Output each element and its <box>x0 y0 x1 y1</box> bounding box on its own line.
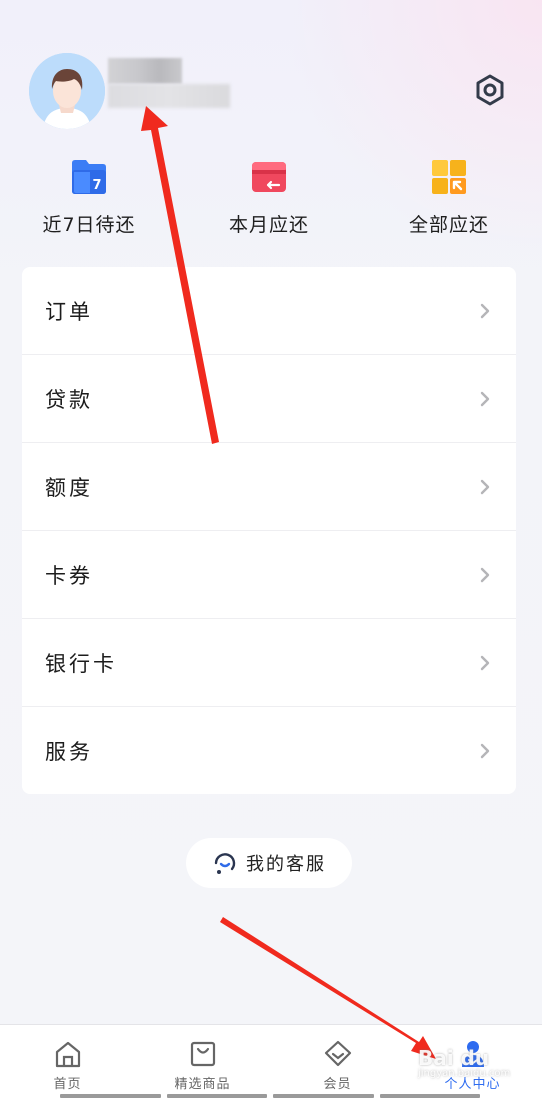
user-id-blurred <box>108 84 230 108</box>
menu-item-bank-cards[interactable]: 银行卡 <box>22 619 516 707</box>
tab-underline-strip <box>60 1094 480 1098</box>
settings-button[interactable] <box>472 72 508 108</box>
grid-arrow-icon <box>432 160 466 194</box>
tab-underline-segment <box>166 1094 267 1098</box>
tab-featured-goods[interactable]: 精选商品 <box>135 1025 270 1098</box>
tab-membership[interactable]: 会员 <box>270 1025 405 1098</box>
avatar[interactable] <box>29 53 105 129</box>
customer-service-label: 我的客服 <box>246 854 326 875</box>
quick-action-month-due[interactable]: 本月应还 <box>209 158 329 238</box>
chevron-right-icon <box>480 479 490 494</box>
quick-action-label: 本月应还 <box>228 214 309 236</box>
menu-item-loans[interactable]: 贷款 <box>22 355 516 443</box>
chevron-right-icon <box>480 567 490 582</box>
menu-item-orders[interactable]: 订单 <box>22 267 516 355</box>
tab-underline-segment <box>60 1094 161 1098</box>
username-blurred <box>108 58 182 84</box>
tab-label: 会员 <box>323 1077 352 1092</box>
card-return-icon <box>252 162 286 192</box>
headset-smile-icon <box>214 853 236 874</box>
chevron-right-icon <box>480 303 490 318</box>
menu-item-label: 银行卡 <box>45 651 117 676</box>
quick-action-label: 全部应还 <box>408 214 489 236</box>
chevron-right-icon <box>480 655 490 670</box>
calendar-7-icon: 7 <box>72 160 106 194</box>
tab-underline-segment <box>273 1094 374 1098</box>
menu-item-label: 服务 <box>45 740 93 764</box>
bottom-tab-bar: 首页 精选商品 会员 个人中心 <box>0 1024 542 1098</box>
menu-item-services[interactable]: 服务 <box>22 707 516 794</box>
tab-label: 精选商品 <box>174 1077 231 1092</box>
chevron-right-icon <box>480 743 490 759</box>
menu-item-label: 贷款 <box>45 387 93 412</box>
menu-card: 订单 贷款 额度 卡券 银行卡 服务 <box>22 267 516 794</box>
chevron-right-icon <box>480 391 490 406</box>
menu-item-coupons[interactable]: 卡券 <box>22 531 516 619</box>
settings-icon <box>476 74 504 106</box>
tab-home[interactable]: 首页 <box>0 1025 135 1098</box>
menu-item-label: 卡券 <box>45 563 93 588</box>
shopping-bag-icon <box>190 1041 215 1067</box>
customer-service-button[interactable]: 我的客服 <box>186 838 352 888</box>
tab-profile[interactable]: 个人中心 <box>405 1025 540 1098</box>
person-icon <box>461 1041 484 1067</box>
diamond-tag-icon <box>324 1040 351 1067</box>
menu-item-credit-limit[interactable]: 额度 <box>22 443 516 531</box>
tab-underline-segment <box>379 1094 480 1098</box>
tab-label: 首页 <box>53 1077 82 1092</box>
menu-item-label: 订单 <box>45 299 93 324</box>
home-icon <box>55 1041 80 1068</box>
menu-item-label: 额度 <box>45 475 93 500</box>
quick-action-all-due[interactable]: 全部应还 <box>389 158 509 238</box>
quick-action-label: 近7日待还 <box>42 214 136 236</box>
quick-action-7day-due[interactable]: 7 近7日待还 <box>29 158 149 238</box>
avatar-illustration <box>29 53 105 129</box>
tab-label: 个人中心 <box>444 1077 501 1092</box>
svg-text:7: 7 <box>92 178 101 193</box>
